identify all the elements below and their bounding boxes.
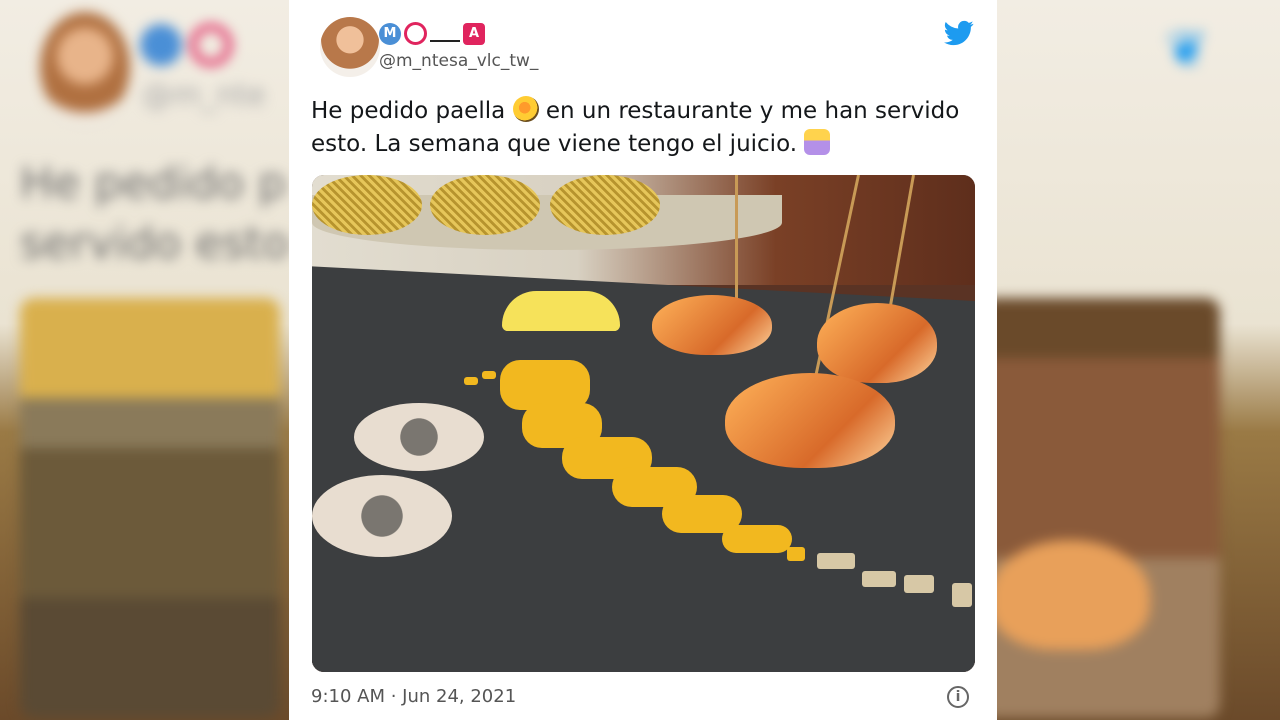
- background-shrimp: [990, 540, 1150, 650]
- rice-pile: [722, 525, 792, 553]
- rice-grain: [787, 547, 805, 561]
- wicker-ball: [430, 175, 540, 235]
- tweet-text: He pedido paella en un restaurante y me …: [311, 95, 971, 161]
- tweet-timestamp[interactable]: 9:10 AM · Jun 24, 2021: [311, 686, 516, 707]
- letter-a-badge: A: [463, 22, 485, 45]
- background-twitter-icon: ❦: [1166, 20, 1208, 78]
- rice-grain: [482, 371, 496, 379]
- background-photo-left: [20, 298, 280, 718]
- rice-grain: [904, 575, 934, 593]
- rice-grain: [952, 583, 972, 607]
- background-badge-m: [140, 24, 182, 66]
- paella-emoji-icon: [512, 96, 539, 122]
- twitter-bird-icon[interactable]: [944, 18, 974, 48]
- shrimp: [817, 303, 937, 383]
- tweet-photo[interactable]: [312, 175, 975, 672]
- lemon-slice: [502, 291, 620, 331]
- wicker-ball: [550, 175, 660, 235]
- tweet-card: M A @m_ntesa_vlc_tw_ He pedido paella en…: [289, 0, 997, 720]
- info-icon[interactable]: i: [947, 686, 969, 708]
- rice-grain: [817, 553, 855, 569]
- letter-m-badge: M: [379, 22, 401, 45]
- skewer-stick: [735, 175, 738, 305]
- avatar[interactable]: [320, 17, 380, 77]
- background-avatar: [40, 12, 130, 122]
- underscore-line: [430, 39, 460, 42]
- background-handle: @m_nte: [142, 78, 266, 113]
- wicker-ball: [312, 175, 422, 235]
- display-name[interactable]: M A: [379, 22, 485, 45]
- rice-grain: [862, 571, 896, 587]
- rice-grain: [464, 377, 478, 385]
- sauce-dollop: [312, 475, 452, 557]
- tweet-text-part1: He pedido paella: [311, 98, 513, 124]
- user-handle[interactable]: @m_ntesa_vlc_tw_: [379, 51, 538, 71]
- red-circle-icon: [404, 22, 427, 45]
- background-badge-o: [190, 24, 232, 66]
- sauce-dollop: [354, 403, 484, 471]
- shrimp: [725, 373, 895, 468]
- shrimp: [652, 295, 772, 355]
- background-photo-right: [980, 298, 1220, 718]
- facepalm-emoji-icon: [804, 129, 831, 155]
